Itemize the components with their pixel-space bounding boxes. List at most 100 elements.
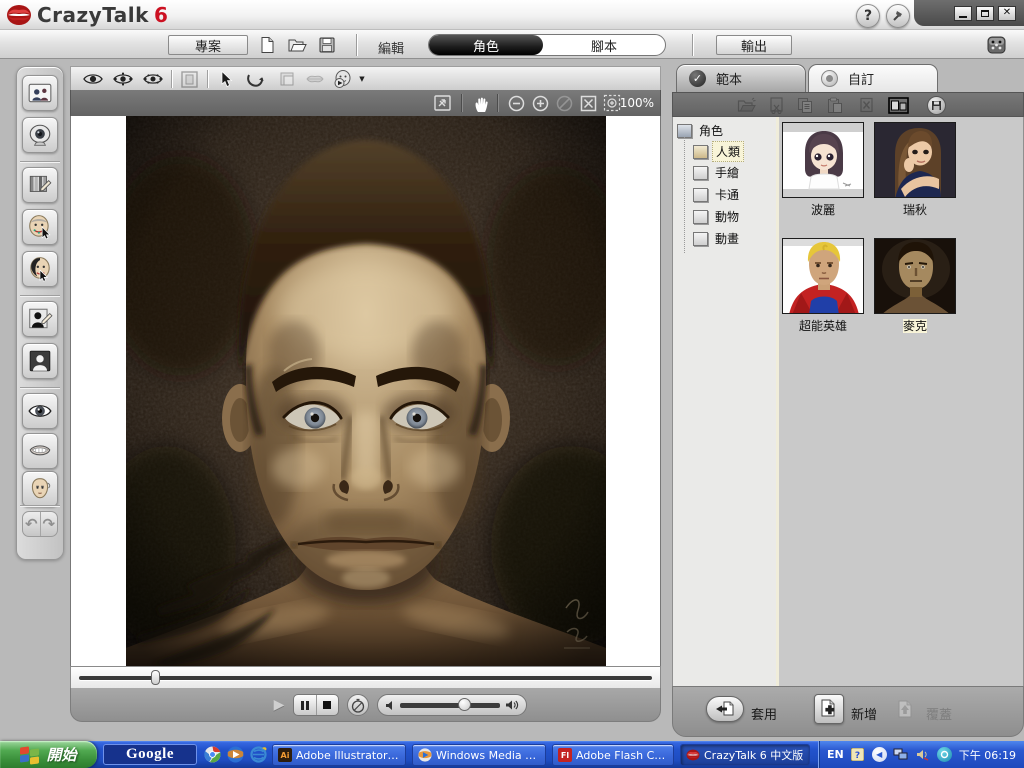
eye-settings-button[interactable] <box>22 393 58 429</box>
thumbnail-rachel[interactable] <box>874 122 956 198</box>
tree-item-human[interactable]: 人類 <box>693 141 744 162</box>
timeline-handle[interactable] <box>151 670 160 685</box>
hide-tray-chevron-icon[interactable]: ◀ <box>872 747 887 762</box>
face-fitting-button[interactable] <box>22 209 58 245</box>
add-label[interactable]: 新增 <box>851 704 877 723</box>
task-illustrator[interactable]: Ai Adobe Illustrator C... <box>272 744 406 766</box>
thumbnail-superhero[interactable] <box>782 238 864 314</box>
motion-preview-icon[interactable] <box>331 69 355 89</box>
tree-item-animation[interactable]: 動畫 <box>693 229 742 248</box>
mouth-settings-button[interactable] <box>22 433 58 469</box>
motion-dropdown-caret-icon[interactable]: ▼ <box>355 69 369 89</box>
character-gallery-button[interactable] <box>22 75 58 111</box>
select-tool-icon[interactable] <box>215 69 239 89</box>
project-button[interactable]: 專案 <box>168 35 248 55</box>
task-flash[interactable]: Fl Adobe Flash CS4 - ... <box>552 744 674 766</box>
fit-window-icon[interactable] <box>577 93 599 113</box>
volume-track[interactable] <box>400 703 500 708</box>
volume-tray-icon[interactable] <box>915 747 931 763</box>
help-button[interactable]: ? <box>856 4 880 28</box>
tab-custom[interactable]: 自訂 <box>808 64 938 92</box>
pause-button[interactable] <box>294 695 316 715</box>
output-button[interactable]: 輸出 <box>716 35 792 55</box>
lips-edit-icon[interactable] <box>303 69 327 89</box>
dice-random-icon[interactable] <box>984 35 1010 55</box>
frame-mode-icon[interactable] <box>177 69 201 89</box>
delete-icon[interactable] <box>855 95 877 115</box>
tree-item-animal[interactable]: 動物 <box>693 207 742 226</box>
thumbnail-label[interactable]: 波麗 <box>782 201 864 218</box>
canvas-workspace[interactable] <box>70 116 661 666</box>
paste-icon[interactable] <box>824 95 846 115</box>
timer-button[interactable] <box>347 694 369 716</box>
character-mode-button[interactable]: 角色 <box>429 35 543 55</box>
start-button[interactable]: 開始 <box>0 741 97 768</box>
save-project-icon[interactable] <box>316 35 338 55</box>
zoom-out-icon[interactable] <box>505 93 527 113</box>
thumbnail-label[interactable]: 麥克 <box>874 317 956 334</box>
zoom-in-icon[interactable] <box>529 93 551 113</box>
minimize-button[interactable] <box>954 6 972 21</box>
undo-icon[interactable]: ↶ <box>23 512 40 536</box>
clock[interactable]: 下午 06:19 <box>959 747 1016 763</box>
tree-item-sketch[interactable]: 手繪 <box>693 163 742 182</box>
volume-handle[interactable] <box>458 698 471 711</box>
copy-icon[interactable] <box>794 95 816 115</box>
pan-hand-icon[interactable] <box>469 93 491 113</box>
chrome-quicklaunch-icon[interactable] <box>203 745 222 764</box>
tree-item-cartoon[interactable]: 卡通 <box>693 185 742 204</box>
transfer-window-icon[interactable] <box>431 93 453 113</box>
capture-button[interactable] <box>22 117 58 153</box>
task-crazytalk[interactable]: CrazyTalk 6 中文版 <box>680 744 810 766</box>
rotate-tool-icon[interactable] <box>243 69 267 89</box>
canvas-view-toolbar: ▼ <box>70 66 661 90</box>
script-mode-button[interactable]: 腳本 <box>543 35 665 55</box>
language-indicator[interactable]: EN <box>827 748 844 761</box>
show-key-points-icon[interactable] <box>111 69 135 89</box>
apply-button[interactable] <box>706 696 744 722</box>
show-detail-points-icon[interactable] <box>141 69 165 89</box>
google-search-box[interactable]: Google <box>103 744 197 765</box>
messenger-icon[interactable] <box>937 747 952 762</box>
help-tray-icon[interactable]: ? <box>850 747 866 763</box>
save-template-button[interactable] <box>925 95 947 115</box>
volume-control[interactable] <box>377 694 527 716</box>
stop-button[interactable] <box>317 695 339 715</box>
play-button[interactable]: ▶ <box>269 695 289 715</box>
thumbnail-mike[interactable] <box>874 238 956 314</box>
new-project-icon[interactable] <box>256 35 278 55</box>
ie-quicklaunch-icon[interactable] <box>249 745 268 764</box>
add-button[interactable] <box>814 694 844 724</box>
face-profile-button[interactable] <box>22 251 58 287</box>
view-mode-icon[interactable] <box>887 95 909 115</box>
open-folder-icon[interactable] <box>735 95 757 115</box>
redo-icon[interactable]: ↷ <box>41 512 58 536</box>
background-edit-button[interactable] <box>22 301 58 337</box>
character-portrait-image[interactable] <box>126 116 606 666</box>
restore-button[interactable] <box>976 6 994 21</box>
edit-menu[interactable]: 編輯 <box>378 38 404 57</box>
apply-label[interactable]: 套用 <box>751 704 777 723</box>
wmp-quicklaunch-icon[interactable] <box>226 745 245 764</box>
task-label: Windows Media Pla... <box>436 749 540 762</box>
zoom-disabled-icon[interactable] <box>553 93 575 113</box>
timeline-track[interactable] <box>70 666 661 688</box>
thumbnail-label[interactable]: 超能英雄 <box>782 317 864 334</box>
head-settings-button[interactable] <box>22 471 58 507</box>
layer-icon[interactable] <box>275 69 299 89</box>
open-project-icon[interactable] <box>286 35 308 55</box>
network-icon[interactable] <box>893 747 909 763</box>
tab-template[interactable]: ✓ 範本 <box>676 64 806 92</box>
thumbnail-polly[interactable] <box>782 122 864 198</box>
thumbnail-label[interactable]: 瑞秋 <box>874 201 956 218</box>
cut-icon[interactable] <box>765 95 787 115</box>
settings-tool-button[interactable] <box>886 4 910 28</box>
task-wmp[interactable]: Windows Media Pla... <box>412 744 546 766</box>
show-all-points-icon[interactable] <box>81 69 105 89</box>
actor-button[interactable] <box>22 343 58 379</box>
overwrite-button[interactable] <box>891 694 921 724</box>
volume-down-icon <box>385 700 395 711</box>
image-processing-button[interactable] <box>22 167 58 203</box>
close-button[interactable]: ✕ <box>998 6 1016 21</box>
thumbnail-name: 麥克 <box>903 319 927 333</box>
